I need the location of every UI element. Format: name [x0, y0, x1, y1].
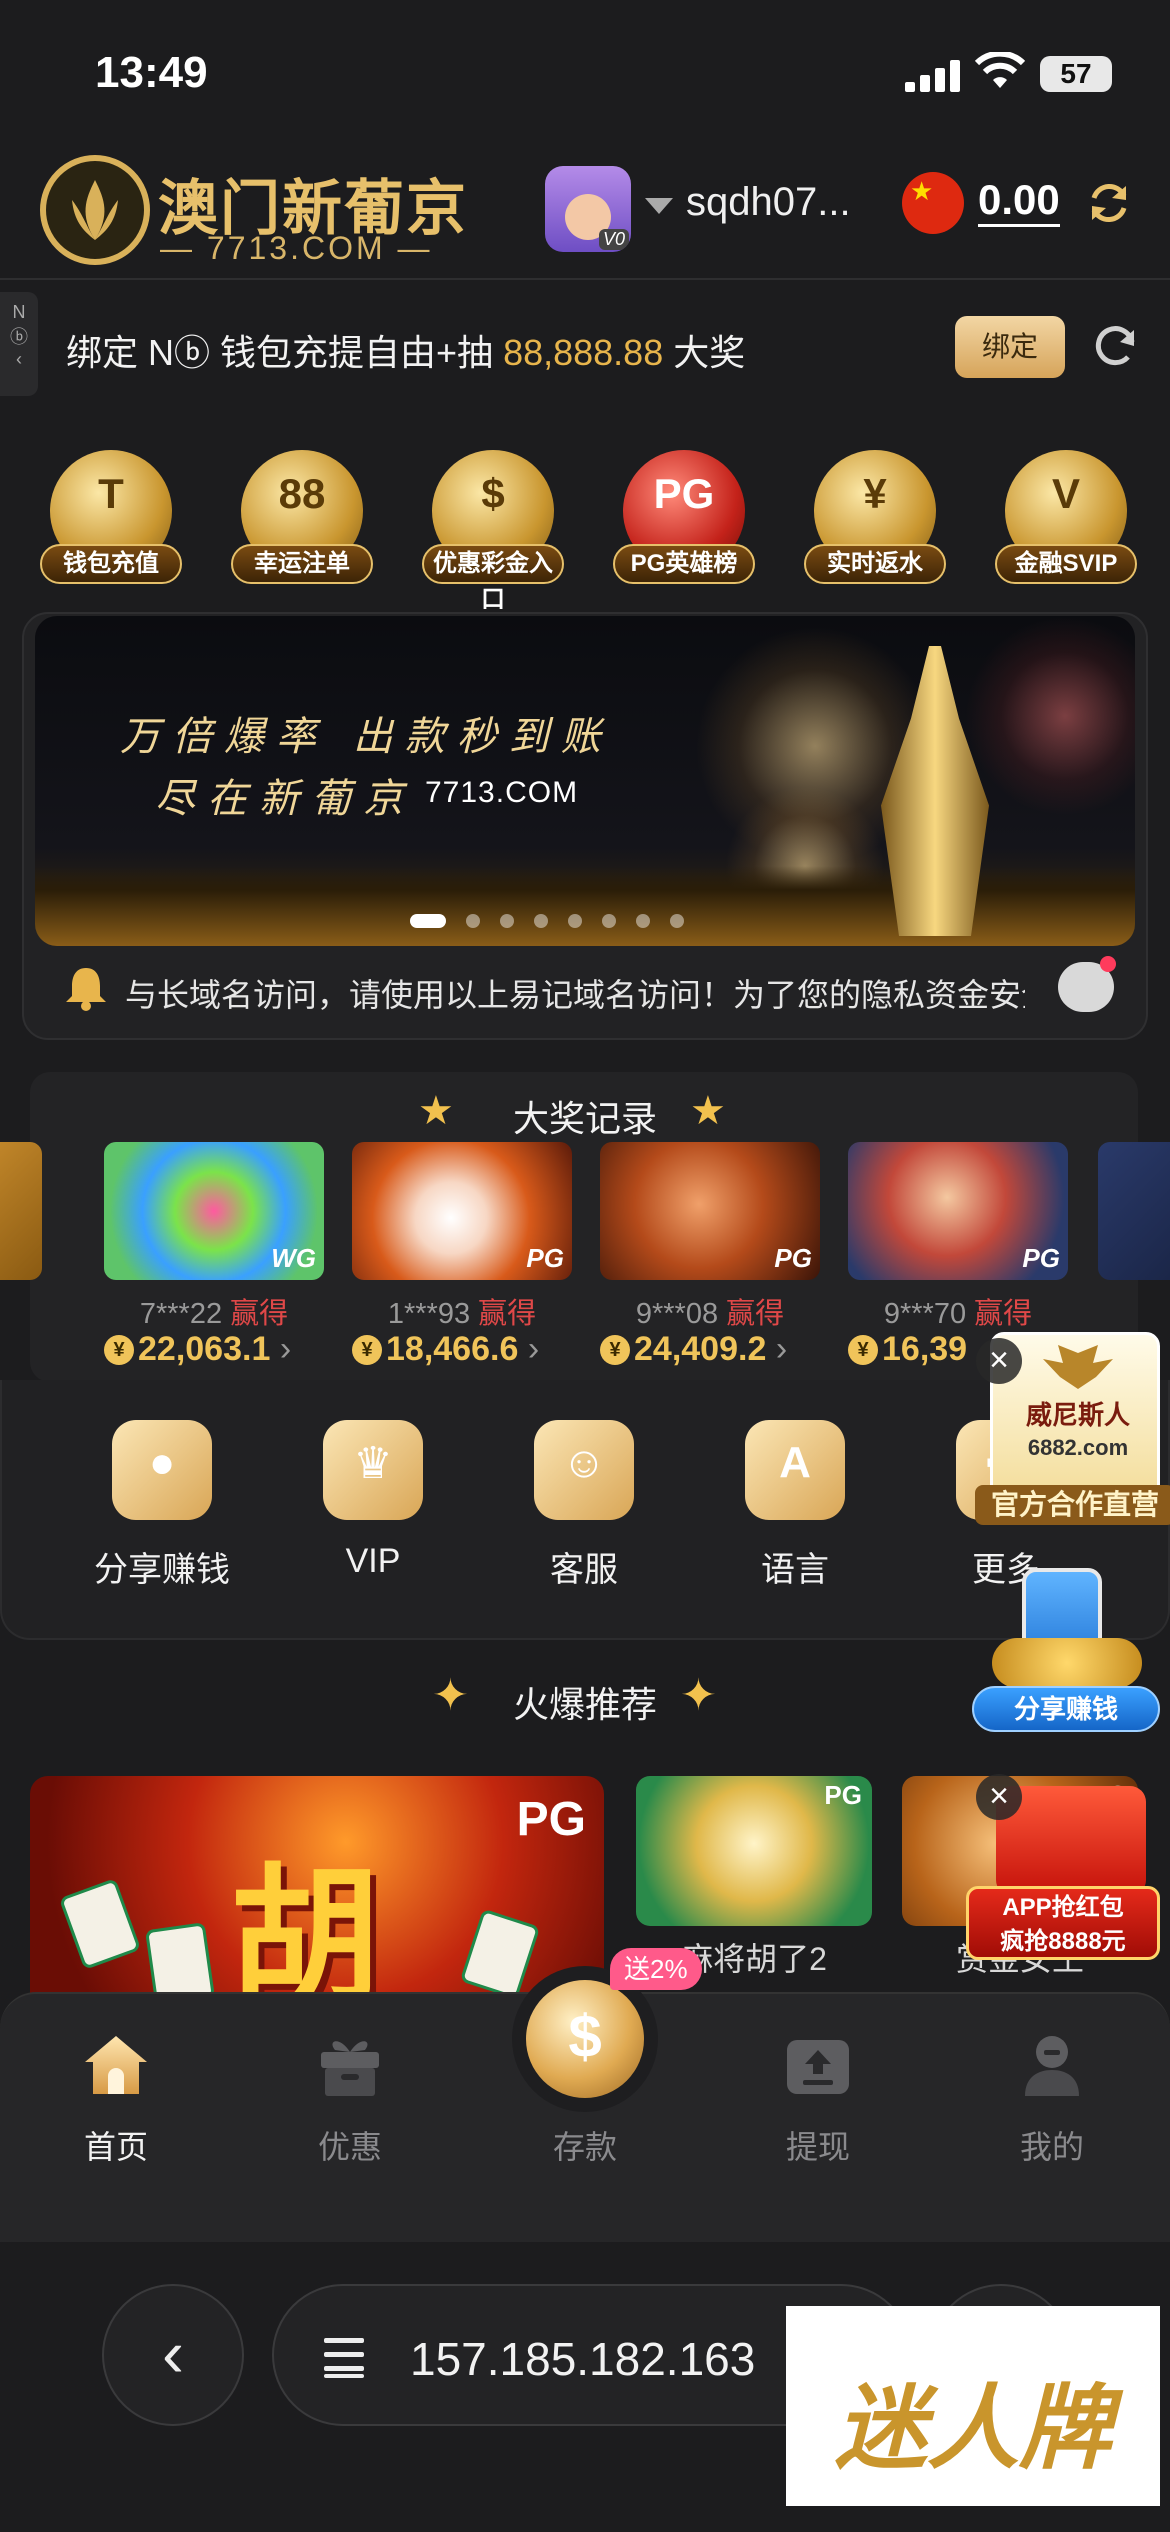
cellular-signal-icon: [905, 60, 960, 92]
home-icon: [85, 2036, 147, 2094]
chat-bubble-icon[interactable]: [1058, 956, 1116, 1012]
vip-level-badge: V0: [598, 229, 629, 250]
logo-emblem-icon: [40, 155, 150, 265]
jackpot-item[interactable]: PG 9***08 赢得 ¥24,409.2 ›: [600, 1142, 820, 1382]
bell-icon: [66, 968, 106, 1011]
carousel-dot[interactable]: [670, 913, 684, 928]
jackpot-item[interactable]: WG 7***22 赢得 ¥22,063.1 ›: [104, 1142, 324, 1382]
game-thumbnail: PG: [600, 1142, 820, 1280]
url-text: 157.185.182.163: [410, 2333, 756, 2385]
game-thumbnail: PG: [352, 1142, 572, 1280]
user-profile-icon: [1025, 2036, 1079, 2096]
refresh-icon[interactable]: [1090, 320, 1140, 370]
game-thumbnail: WG: [104, 1142, 324, 1280]
hero-domain: 7713.COM: [425, 776, 579, 809]
status-time: 13:49: [95, 48, 208, 97]
win-amount: ¥18,466.6 ›: [352, 1330, 592, 1369]
carousel-dot[interactable]: [500, 913, 514, 928]
star-icon: ★: [690, 1089, 726, 1133]
hero-slogan-1: 万倍爆率 出款秒到账: [120, 714, 613, 760]
shortcut-rebate[interactable]: ¥ 实时返水: [800, 440, 950, 590]
carousel-dot[interactable]: [466, 913, 480, 928]
close-ad-icon[interactable]: ×: [976, 1338, 1022, 1384]
upload-tray-icon: [787, 2040, 849, 2094]
winner-id: 9***08: [635, 1298, 719, 1330]
winged-lion-logo-icon: [1043, 1345, 1113, 1389]
jackpot-title: 大奖记录: [512, 1098, 657, 1139]
quick-customer-service[interactable]: ☺ 客服: [484, 1420, 684, 1590]
notice-text: 与长域名访问，请使用以上易记域名访问！为了您的隐私资金安全，: [125, 977, 1025, 1013]
caret-down-icon[interactable]: [645, 198, 673, 214]
shortcut-bonus-entry[interactable]: $ 优惠彩金入口: [418, 440, 568, 613]
logo-subtitle: — 7713.COM —: [160, 230, 433, 266]
shortcut-svip[interactable]: V 金融SVIP: [991, 440, 1141, 590]
carousel-dot[interactable]: [410, 913, 446, 928]
shortcut-wallet-topup[interactable]: T 钱包充值: [36, 440, 186, 590]
featured-game-banner[interactable]: 胡 PG: [30, 1776, 604, 1996]
person-share-icon: ●: [112, 1420, 212, 1520]
provider-logo: PG: [516, 1793, 586, 1846]
quick-language[interactable]: A 语言: [695, 1420, 895, 1590]
shortcut-label: 优惠彩金入口: [422, 544, 564, 613]
gift-icon: [321, 2041, 379, 2096]
username[interactable]: sqdh07...: [686, 180, 851, 225]
feature-shortcuts: T 钱包充值 88 幸运注单 $ 优惠彩金入口 PG PG英雄榜 ¥ 实时返水 …: [20, 440, 1150, 613]
shortcut-label: PG英雄榜: [613, 544, 755, 584]
bind-button[interactable]: 绑定: [955, 316, 1065, 378]
page-menu-icon[interactable]: [322, 2334, 368, 2380]
status-bar: 13:49 57: [0, 0, 1170, 140]
carousel-dots[interactable]: [410, 912, 704, 928]
quick-share-earn[interactable]: ● 分享赚钱: [62, 1420, 262, 1590]
app-header: 澳门新葡京 — 7713.COM — V0 sqdh07... ★ 0.00: [0, 140, 1170, 280]
language-icon: A: [745, 1420, 845, 1520]
shortcut-label: 实时返水: [804, 544, 946, 584]
balance-amount[interactable]: 0.00: [978, 176, 1060, 227]
jackpot-item[interactable]: [0, 1142, 42, 1382]
hero-slogan-2: 尽在新葡京: [155, 776, 415, 822]
carousel-dot[interactable]: [602, 913, 616, 928]
jackpot-item[interactable]: PG 1***93 赢得 ¥18,466.6 ›: [352, 1142, 572, 1382]
notice-marquee[interactable]: 与长域名访问，请使用以上易记域名访问！为了您的隐私资金安全，: [60, 956, 1140, 1020]
winner-id: 9***70: [883, 1298, 967, 1330]
shortcut-lucky-bet[interactable]: 88 幸运注单: [227, 440, 377, 590]
win-amount: ¥22,063.1 ›: [104, 1330, 344, 1369]
battery-indicator: 57: [1040, 56, 1112, 92]
game-card-mahjong-ways-2[interactable]: PG: [636, 1776, 872, 1926]
tab-deposit[interactable]: 存款: [505, 2060, 665, 2210]
shortcut-label: 幸运注单: [231, 544, 373, 584]
bind-wallet-promo: 绑定 Nⓑ 钱包充提自由+抽 88,888.88 大奖: [66, 332, 746, 373]
carousel-dot[interactable]: [534, 913, 548, 928]
game-thumbnail: PG: [848, 1142, 1068, 1280]
tab-promotions[interactable]: 优惠: [270, 2030, 430, 2180]
hot-picks-title: 火爆推荐: [512, 1684, 657, 1725]
wifi-icon: [975, 52, 1025, 88]
tab-home[interactable]: 首页: [36, 2030, 196, 2180]
sparkle-icon: ✦: [680, 1671, 717, 1720]
carousel-dot[interactable]: [636, 913, 650, 928]
browser-back-button[interactable]: ‹: [102, 2284, 244, 2426]
shortcut-label: 钱包充值: [40, 544, 182, 584]
tab-withdraw[interactable]: 提现: [738, 2030, 898, 2180]
win-amount: ¥24,409.2 ›: [600, 1330, 840, 1369]
deposit-bonus-badge: 送2%: [610, 1948, 702, 1990]
winner-id: 1***93: [387, 1298, 471, 1330]
shortcut-label: 金融SVIP: [995, 544, 1137, 584]
watermark-overlay: 迷人牌: [786, 2306, 1160, 2506]
headset-icon: ☺: [534, 1420, 634, 1520]
crown-icon: ♛: [323, 1420, 423, 1520]
close-ad-icon[interactable]: ×: [976, 1774, 1022, 1820]
tab-profile[interactable]: 我的: [972, 2030, 1132, 2180]
refresh-balance-icon[interactable]: [1084, 178, 1134, 228]
winner-id: 7***22: [139, 1298, 223, 1330]
quick-vip[interactable]: ♛ VIP: [273, 1420, 473, 1590]
china-flag-icon[interactable]: ★: [902, 172, 964, 234]
hero-banner[interactable]: 万倍爆率 出款秒到账 尽在新葡京 7713.COM: [35, 616, 1135, 946]
shortcut-pg-ranking[interactable]: PG PG英雄榜: [609, 440, 759, 590]
user-avatar[interactable]: V0: [545, 166, 631, 252]
side-wallet-tab[interactable]: Nⓑ ‹: [0, 292, 38, 396]
carousel-dot[interactable]: [568, 913, 582, 928]
